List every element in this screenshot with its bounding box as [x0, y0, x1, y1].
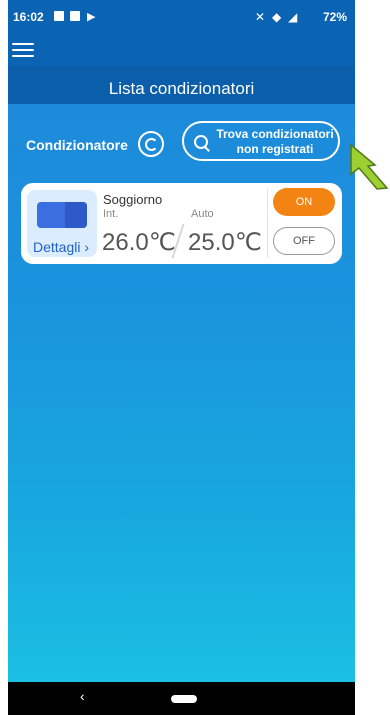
find-unregistered-label: Trova condizionatori non registrati [216, 127, 334, 156]
silent-icon: ✕ [255, 10, 266, 24]
phone-screen: 16:02 ▶ ✕ ◆ ◢ 72% Lista condizionatori C… [8, 0, 355, 715]
page-title: Lista condizionatori [8, 66, 355, 104]
device-card: Dettagli › Soggiorno Int. Auto 26.0℃ 25.… [21, 183, 342, 264]
set-temperature: 25.0℃ [188, 229, 262, 256]
indoor-label: Int. [103, 208, 119, 220]
room-name: Soggiorno [103, 192, 163, 207]
air-conditioner-icon [37, 202, 87, 228]
play-icon: ▶ [87, 11, 96, 23]
refresh-icon[interactable] [138, 131, 164, 157]
android-nav-bar: ‹ [8, 682, 355, 715]
on-button[interactable]: ON [273, 188, 335, 216]
back-icon[interactable]: ‹ [80, 688, 85, 704]
wifi-icon: ◆ [272, 10, 282, 24]
home-icon[interactable] [171, 695, 197, 703]
search-icon [194, 135, 208, 149]
details-link[interactable]: Dettagli › [33, 239, 89, 255]
off-button[interactable]: OFF [273, 227, 335, 255]
arrow-pointer-icon [350, 143, 389, 190]
battery-level: 72% [322, 10, 347, 24]
image-icon [54, 11, 64, 21]
sim-icon [70, 11, 80, 21]
find-unregistered-button[interactable]: Trova condizionatori non registrati [182, 121, 340, 161]
controls-divider [267, 189, 268, 258]
section-label: Condizionatore [26, 137, 128, 153]
details-button[interactable]: Dettagli › [27, 190, 97, 257]
status-bar: 16:02 ▶ ✕ ◆ ◢ 72% [8, 0, 355, 34]
menu-icon[interactable] [12, 40, 34, 58]
indoor-temperature: 26.0℃ [102, 229, 176, 256]
chevron-right-icon: › [84, 239, 90, 255]
signal-icon: ◢ [288, 10, 298, 24]
mode-label: Auto [191, 208, 214, 220]
app-top-bar [8, 34, 355, 66]
details-label: Dettagli [33, 239, 81, 255]
status-time: 16:02 [13, 10, 44, 24]
